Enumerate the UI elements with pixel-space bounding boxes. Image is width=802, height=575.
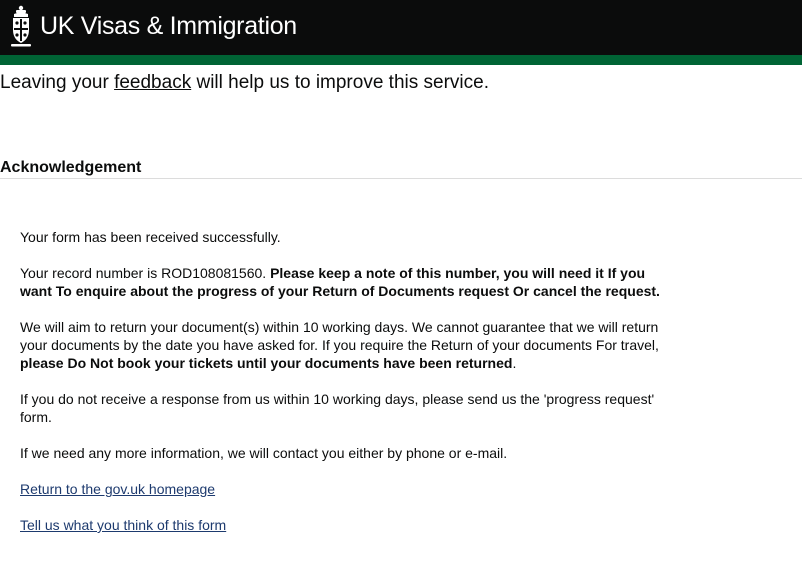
record-paragraph: Your record number is ROD108081560. Plea… — [20, 264, 680, 300]
feedback-link[interactable]: feedback — [114, 72, 191, 93]
header-stripe — [0, 55, 802, 65]
record-number: ROD108081560. — [161, 265, 267, 281]
form-feedback-link[interactable]: Tell us what you think of this form — [20, 517, 226, 533]
acknowledgement-content: Your form has been received successfully… — [20, 228, 680, 552]
return-warning: please Do Not book your tickets until yo… — [20, 355, 513, 371]
feedback-banner: Leaving your feedback will help us to im… — [0, 71, 489, 95]
brand-name[interactable]: UK Visas & Immigration — [40, 10, 297, 42]
feedback-suffix: will help us to improve this service. — [191, 72, 489, 93]
site-header: UK Visas & Immigration — [0, 0, 802, 55]
feedback-prefix: Leaving your — [0, 72, 115, 93]
home-link-paragraph: Return to the gov.uk homepage — [20, 480, 680, 498]
gov-uk-home-link[interactable]: Return to the gov.uk homepage — [20, 481, 215, 497]
return-end: . — [512, 355, 517, 371]
record-prefix: Your record number is — [20, 265, 162, 281]
return-text: We will aim to return your document(s) w… — [20, 319, 659, 353]
received-message: Your form has been received successfully… — [20, 229, 281, 245]
title-divider — [0, 178, 802, 179]
more-info-paragraph: If we need any more information, we will… — [20, 445, 508, 461]
form-feedback-paragraph: Tell us what you think of this form — [20, 516, 680, 534]
page-title: Acknowledgement — [0, 159, 142, 176]
royal-crest-icon — [11, 5, 31, 47]
no-response-paragraph: If you do not receive a response from us… — [20, 391, 655, 425]
return-paragraph: We will aim to return your document(s) w… — [20, 318, 680, 372]
